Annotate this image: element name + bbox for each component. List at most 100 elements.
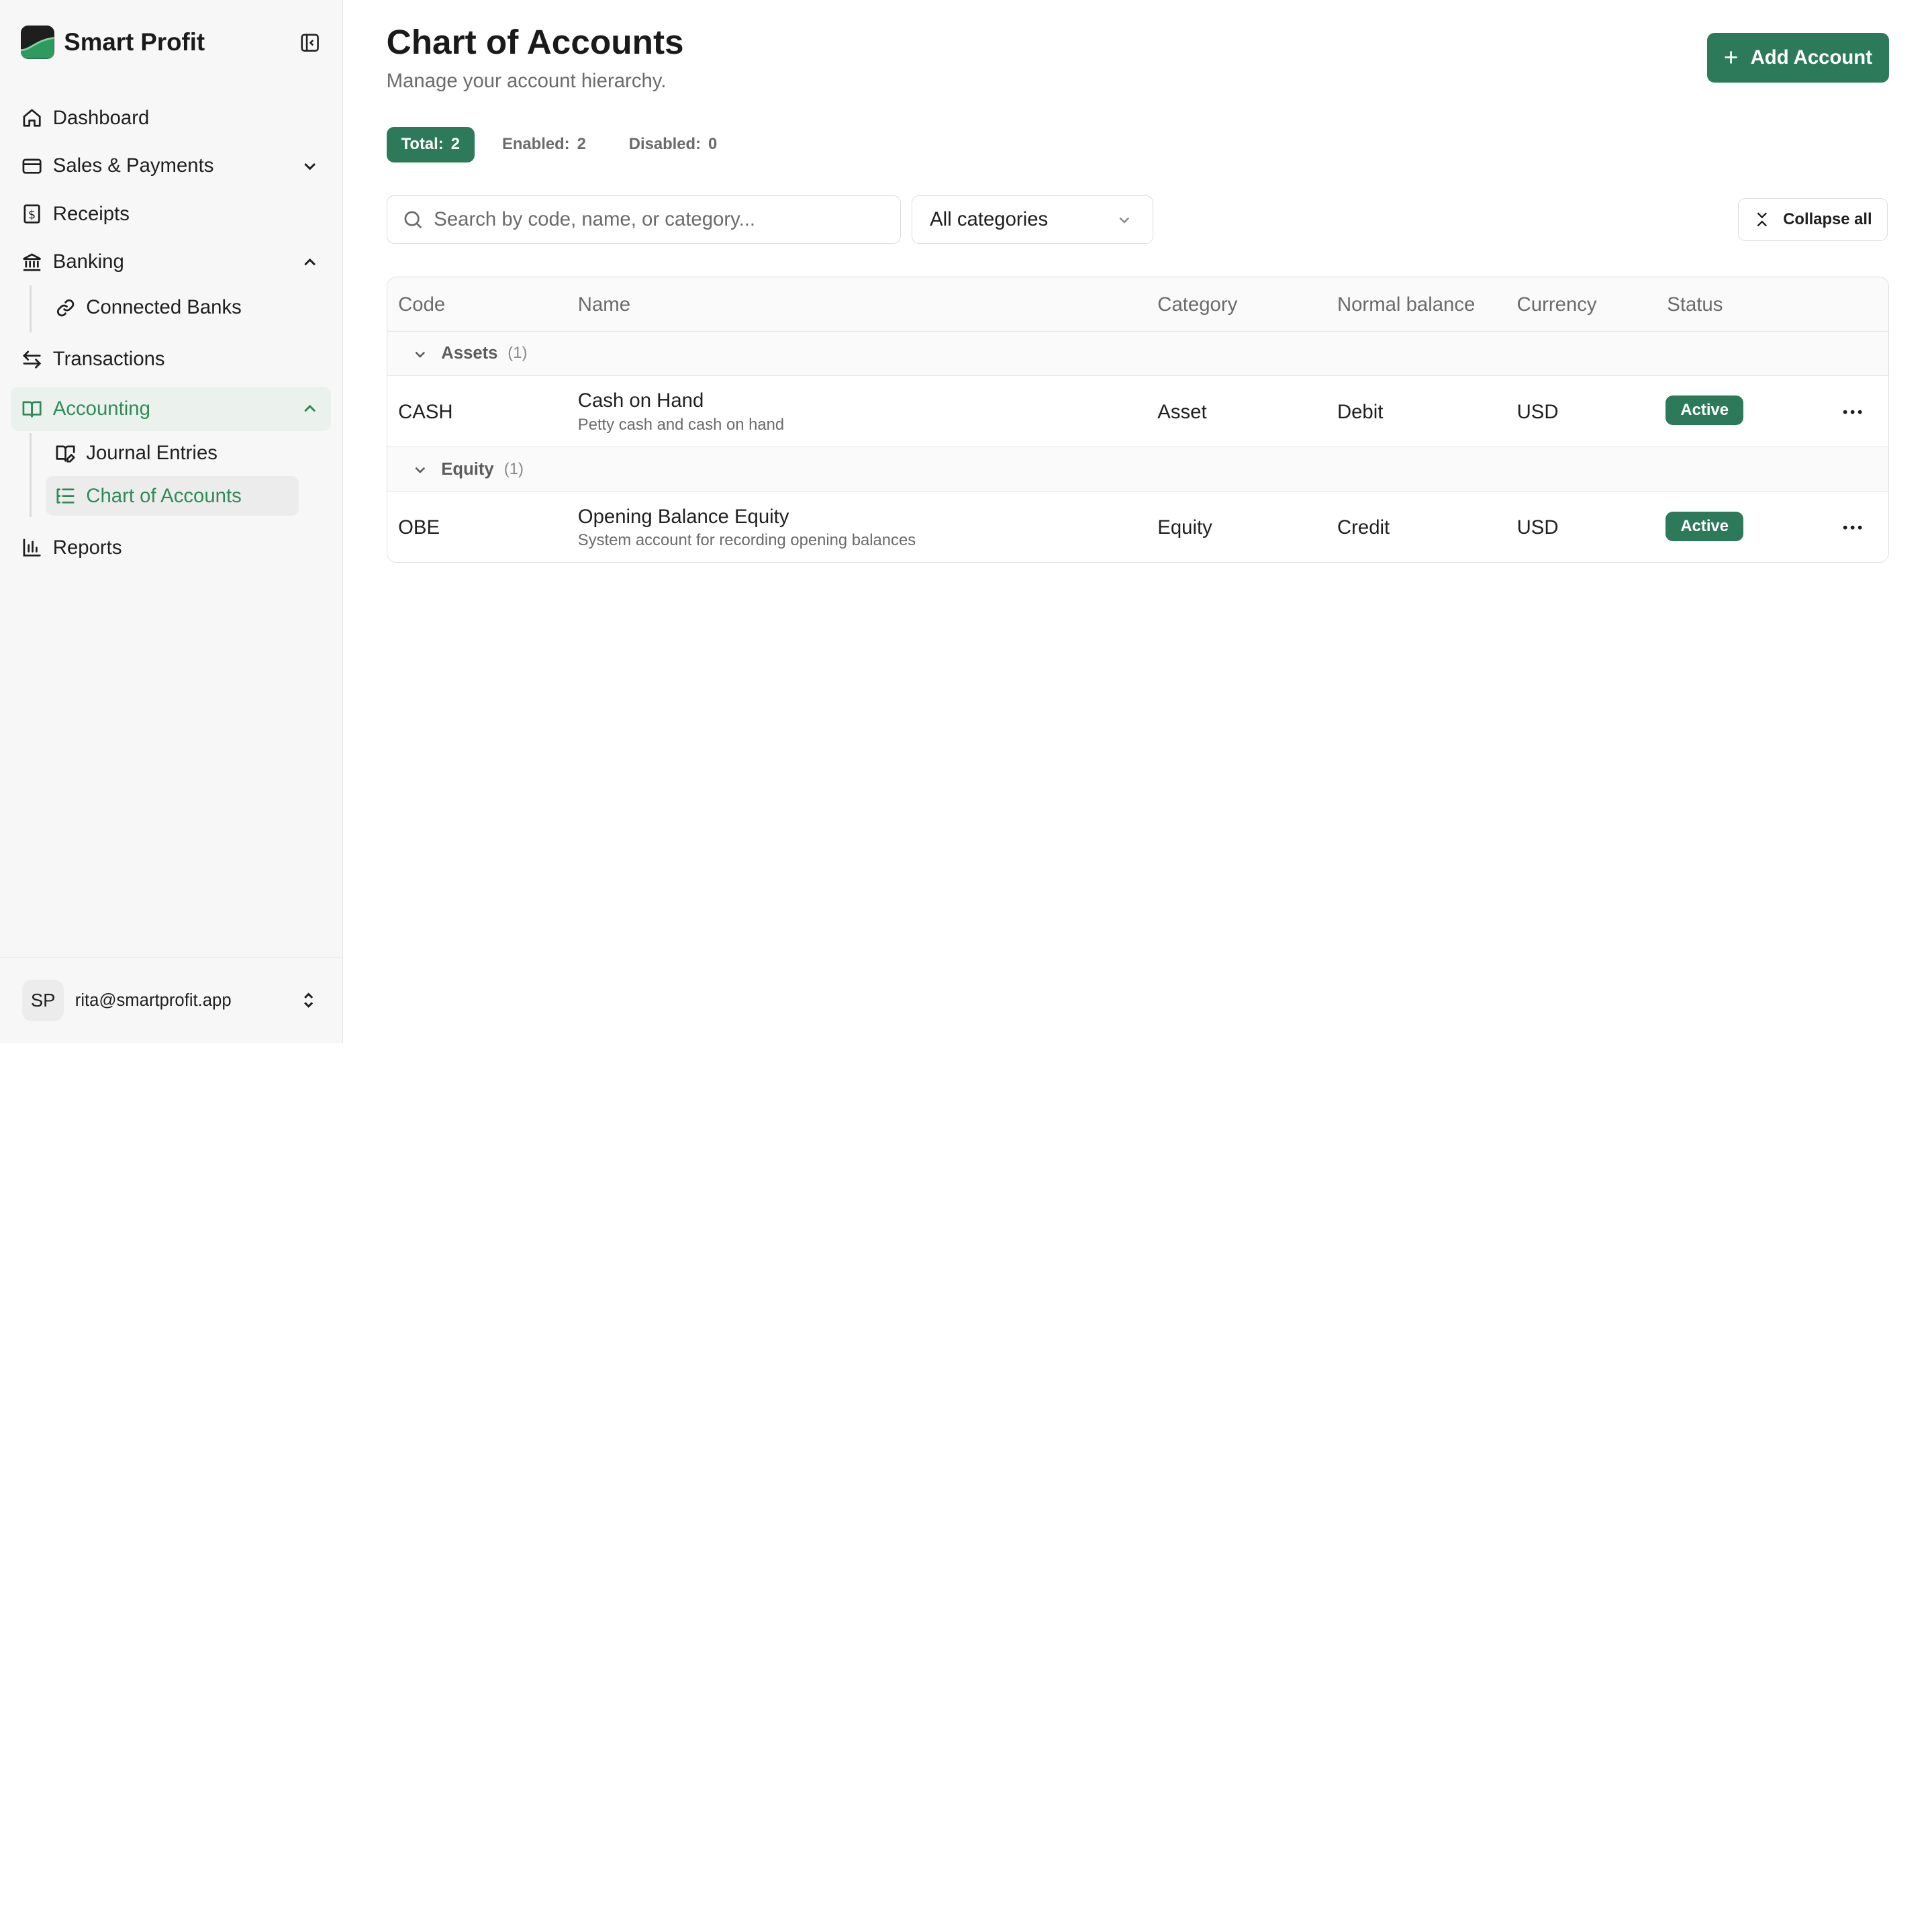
account-description: System account for recording opening bal… <box>577 531 916 550</box>
account-description: Petty cash and cash on hand <box>577 415 785 434</box>
sidebar: Smart Profit Dashboard Sales & Payments <box>0 0 344 1043</box>
stat-disabled[interactable]: Disabled: 0 <box>629 127 718 162</box>
bar-chart-icon <box>21 536 43 559</box>
user-email: rita@smartprofit.app <box>75 990 232 1010</box>
book-open-icon <box>21 398 43 420</box>
sidebar-item-label: Chart of Accounts <box>86 484 242 507</box>
more-horizontal-icon[interactable] <box>1839 515 1866 540</box>
stat-total-label: Total: <box>401 135 444 154</box>
sidebar-item-journal-entries[interactable]: Journal Entries <box>54 433 218 473</box>
table-header: Code Name Category Normal balance Curren… <box>387 277 1889 332</box>
sidebar-item-label: Banking <box>52 250 124 273</box>
sidebar-item-label: Accounting <box>52 397 150 420</box>
account-currency: USD <box>1516 400 1559 423</box>
sidebar-item-reports[interactable]: Reports <box>21 528 122 567</box>
submenu-line <box>29 433 32 517</box>
status-badge: Active <box>1665 511 1743 541</box>
group-count: (1) <box>508 344 528 363</box>
submenu-line <box>29 285 32 332</box>
arrows-swap-icon <box>21 348 43 371</box>
account-category: Asset <box>1157 400 1207 423</box>
sidebar-item-transactions[interactable]: Transactions <box>21 340 165 379</box>
receipt-icon: $ <box>21 203 43 225</box>
column-header-category: Category <box>1157 293 1238 316</box>
column-header-name: Name <box>577 293 631 316</box>
chevron-down-icon <box>300 156 320 176</box>
main-content: Chart of Accounts Manage your account hi… <box>343 0 1932 1043</box>
brand-name: Smart Profit <box>64 28 205 56</box>
collapse-all-label: Collapse all <box>1783 210 1872 229</box>
sidebar-item-label: Sales & Payments <box>52 154 214 177</box>
chevron-up-icon <box>300 399 320 418</box>
group-name: Assets <box>441 344 498 363</box>
sidebar-item-dashboard[interactable]: Dashboard <box>21 99 149 138</box>
chevrons-collapse-icon <box>1753 211 1771 228</box>
sidebar-item-sales-payments[interactable]: Sales & Payments <box>21 146 328 186</box>
svg-text:$: $ <box>28 209 36 222</box>
brand[interactable]: Smart Profit <box>21 26 205 59</box>
account-normal-balance: Debit <box>1337 400 1384 423</box>
sidebar-item-label: Transactions <box>52 348 165 371</box>
account-name: Cash on Hand <box>577 389 704 412</box>
plus-icon: + <box>1723 43 1739 71</box>
logo-icon <box>21 26 54 59</box>
sidebar-item-connected-banks[interactable]: Connected Banks <box>54 288 242 328</box>
search-input[interactable] <box>434 208 877 232</box>
avatar: SP <box>21 979 64 1022</box>
sidebar-item-label: Receipts <box>52 202 130 225</box>
sidebar-item-accounting[interactable]: Accounting <box>11 386 332 431</box>
chevron-down-icon <box>1116 211 1133 234</box>
accounts-table: Code Name Category Normal balance Curren… <box>386 277 1890 563</box>
book-edit-icon <box>54 442 77 464</box>
sidebar-toggle-icon[interactable] <box>298 31 323 56</box>
sidebar-item-label: Reports <box>52 536 122 559</box>
chevron-down-icon <box>412 345 429 368</box>
chevron-down-icon <box>412 461 429 484</box>
stat-enabled-label: Enabled: <box>501 135 570 154</box>
list-tree-icon <box>54 485 77 507</box>
link-icon <box>54 297 77 319</box>
column-header-status: Status <box>1667 293 1723 316</box>
account-normal-balance: Credit <box>1337 516 1390 539</box>
account-currency: USD <box>1516 516 1559 539</box>
group-count: (1) <box>503 459 524 478</box>
sidebar-item-receipts[interactable]: $ Receipts <box>21 195 130 234</box>
group-name: Equity <box>441 459 494 479</box>
add-account-label: Add Account <box>1750 46 1872 69</box>
category-select-value: All categories <box>930 208 1049 231</box>
account-name: Opening Balance Equity <box>577 505 789 528</box>
user-menu[interactable]: SP rita@smartprofit.app <box>0 958 342 1042</box>
account-category: Equity <box>1157 516 1212 539</box>
group-row-equity[interactable]: Equity (1) <box>387 447 1889 492</box>
chevron-up-icon <box>300 252 320 272</box>
category-select[interactable]: All categories <box>912 195 1153 244</box>
chevrons-up-down-icon <box>299 990 318 1015</box>
search-box <box>386 195 901 244</box>
collapse-all-button[interactable]: Collapse all <box>1737 198 1888 242</box>
account-code: OBE <box>398 516 440 539</box>
stat-enabled[interactable]: Enabled: 2 <box>502 127 586 162</box>
search-icon <box>403 209 424 230</box>
page-title: Chart of Accounts <box>386 22 684 61</box>
credit-card-icon <box>21 155 43 177</box>
status-badge: Active <box>1665 395 1743 426</box>
page-subtitle: Manage your account hierarchy. <box>386 70 667 93</box>
stat-disabled-value: 0 <box>708 135 718 154</box>
account-code: CASH <box>398 400 453 423</box>
sidebar-item-banking[interactable]: Banking <box>21 242 328 282</box>
stat-enabled-value: 2 <box>577 135 586 154</box>
column-header-code: Code <box>398 293 446 316</box>
sidebar-item-label: Dashboard <box>52 106 150 129</box>
sidebar-item-label: Journal Entries <box>86 441 218 464</box>
table-row[interactable]: OBE Opening Balance Equity System accoun… <box>387 492 1889 562</box>
table-row[interactable]: CASH Cash on Hand Petty cash and cash on… <box>387 376 1889 448</box>
sidebar-item-label: Connected Banks <box>86 296 242 319</box>
column-header-currency: Currency <box>1516 293 1597 316</box>
more-horizontal-icon[interactable] <box>1839 400 1866 424</box>
sidebar-item-chart-of-accounts[interactable]: Chart of Accounts <box>45 476 299 516</box>
stat-total-value: 2 <box>450 135 460 154</box>
add-account-button[interactable]: + Add Account <box>1706 33 1890 83</box>
stat-disabled-label: Disabled: <box>628 135 702 154</box>
group-row-assets[interactable]: Assets (1) <box>387 332 1889 377</box>
stat-total[interactable]: Total: 2 <box>386 126 475 162</box>
